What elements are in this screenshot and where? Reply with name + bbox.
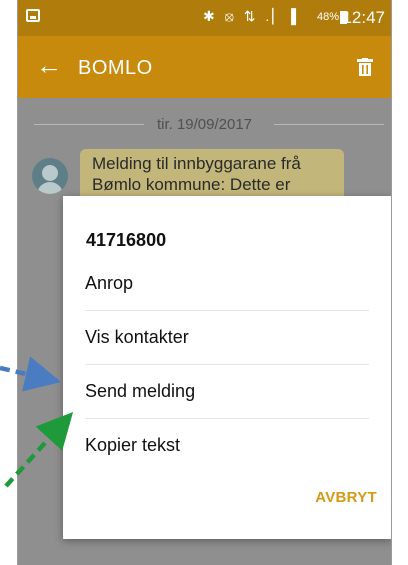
copy-text-option[interactable]: Kopier tekst [85, 418, 369, 472]
send-message-option[interactable]: Send melding [85, 364, 369, 419]
dialog-phone-number: 41716800 [86, 230, 167, 250]
contact-avatar[interactable] [32, 158, 68, 194]
arrow-left-icon[interactable]: ← [36, 50, 62, 80]
status-clock: 12:47 [342, 8, 385, 27]
number-options-dialog: 41716800 Anrop Vis kontakter Send meldin… [63, 196, 391, 539]
call-option[interactable]: Anrop [85, 256, 369, 311]
battery-percent: 48% [316, 11, 339, 23]
trash-icon[interactable] [357, 58, 373, 76]
status-bar: ✱ ⦻ ⇅ .▏▐ 48% 12:47 [18, 0, 391, 36]
gallery-notification-icon [26, 9, 40, 22]
date-separator: tir. 19/09/2017 [18, 114, 391, 134]
status-icons: ✱ ⦻ ⇅ .▏▐ [203, 8, 299, 24]
conversation-title: BOMLO [78, 57, 153, 79]
view-contacts-option[interactable]: Vis kontakter [85, 310, 369, 365]
cancel-button[interactable]: AVBRYT [315, 489, 377, 506]
app-bar: ← BOMLO [18, 36, 391, 98]
phone-screen: ✱ ⦻ ⇅ .▏▐ 48% 12:47 ← BOMLO tir. 19/09/2… [17, 0, 392, 565]
